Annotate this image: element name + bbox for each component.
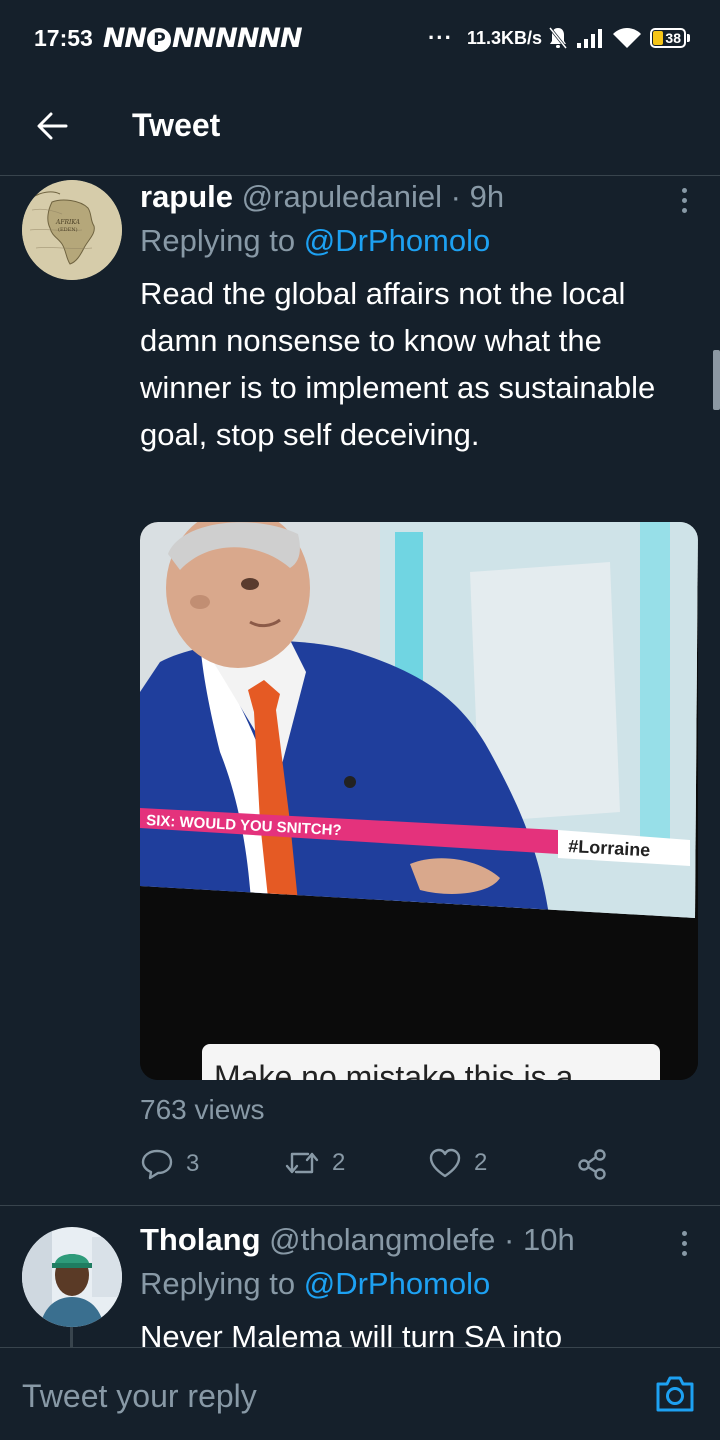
mention-link[interactable]: @DrPhomolo — [304, 223, 491, 258]
status-bar: 17:53 NN P NNNNNN ··· 11.3KB/s 38 — [0, 0, 720, 76]
view-count: 763 views — [140, 1094, 265, 1125]
tweet-text: Never Malema will turn SA into — [140, 1319, 563, 1347]
more-options-icon[interactable] — [672, 1223, 696, 1263]
avatar-photo — [22, 1227, 122, 1327]
display-name[interactable]: Tholang — [140, 1222, 261, 1257]
like-button[interactable]: 2 — [428, 1148, 487, 1178]
heart-icon — [429, 1148, 461, 1178]
svg-text:AFRIKA: AFRIKA — [55, 219, 81, 226]
camera-icon — [656, 1376, 694, 1412]
retweet-button[interactable]: 2 — [284, 1148, 345, 1178]
tweet[interactable]: Tholang @tholangmolefe · 10h Replying to… — [0, 1207, 720, 1347]
tweet-meta: rapule @rapuledaniel · 9h — [140, 176, 696, 218]
tweet-meta: Tholang @tholangmolefe · 10h — [140, 1219, 696, 1261]
tweet-video[interactable]: SIX: WOULD YOU SNITCH? #Lorraine Make no… — [140, 522, 698, 1080]
retweet-count: 2 — [332, 1149, 346, 1176]
thread-line — [70, 1327, 73, 1347]
user-handle[interactable]: @rapuledaniel — [242, 179, 442, 214]
share-icon — [578, 1149, 606, 1180]
separator: · — [450, 179, 461, 214]
signal-icon — [577, 29, 602, 48]
reply-icon — [141, 1149, 173, 1180]
replying-to: Replying to @DrPhomolo — [140, 218, 696, 264]
mention-link[interactable]: @DrPhomolo — [304, 1266, 491, 1301]
more-notifications-icon: ··· — [427, 25, 453, 50]
like-count: 2 — [474, 1149, 488, 1176]
scrollbar[interactable] — [713, 350, 720, 410]
avatar[interactable] — [22, 1227, 122, 1327]
tweet-actions: 3 2 2 — [140, 1148, 620, 1188]
wifi-icon — [613, 28, 641, 48]
status-time: 17:53 — [34, 24, 93, 51]
tweet-text: Read the global affairs not the local da… — [140, 276, 656, 452]
share-button[interactable] — [576, 1148, 608, 1180]
avatar[interactable]: AFRIKA (EDEN) — [22, 180, 122, 280]
battery-icon: 38 — [650, 28, 690, 48]
back-arrow-icon — [37, 112, 68, 139]
tweet-content: Tholang @tholangmolefe · 10h Replying to… — [140, 1219, 696, 1347]
reply-bar — [0, 1347, 720, 1440]
reply-input[interactable] — [22, 1374, 622, 1418]
network-speed: 11.3KB/s — [466, 27, 542, 48]
video-caption-text: Make no mistake this is a — [214, 1059, 573, 1080]
reply-button[interactable]: 3 — [140, 1148, 199, 1180]
separator: · — [504, 1222, 515, 1257]
more-options-icon[interactable] — [672, 180, 696, 220]
video-thumbnail: SIX: WOULD YOU SNITCH? #Lorraine Make no… — [140, 522, 698, 1080]
replying-prefix: Replying to — [140, 1266, 296, 1301]
replying-prefix: Replying to — [140, 223, 296, 258]
page-title: Tweet — [132, 107, 221, 143]
mute-icon — [548, 27, 568, 49]
tweet[interactable]: AFRIKA (EDEN) rapule @rapuledaniel · 9h … — [0, 176, 720, 1206]
back-button[interactable] — [22, 96, 82, 156]
tweet-time[interactable]: 10h — [523, 1222, 575, 1257]
svg-text:(EDEN): (EDEN) — [58, 226, 78, 233]
replying-to: Replying to @DrPhomolo — [140, 1261, 696, 1307]
retweet-icon — [285, 1152, 319, 1174]
header: Tweet — [0, 76, 720, 176]
user-handle[interactable]: @tholangmolefe — [269, 1222, 495, 1257]
tweet-time[interactable]: 9h — [470, 179, 504, 214]
display-name[interactable]: rapule — [140, 179, 233, 214]
camera-button[interactable] — [654, 1374, 696, 1414]
notification-icons: NN P NNNNNN — [102, 22, 303, 54]
tweet-content: rapule @rapuledaniel · 9h Replying to @D… — [140, 176, 696, 458]
reply-count: 3 — [186, 1150, 200, 1177]
notification-badge-icon: P — [147, 27, 172, 52]
avatar-map-image: AFRIKA (EDEN) — [22, 180, 122, 280]
